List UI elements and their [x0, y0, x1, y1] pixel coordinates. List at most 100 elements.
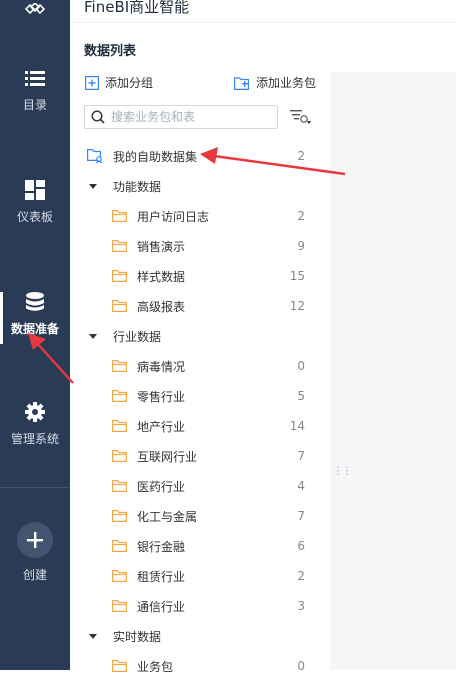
caret-down-icon[interactable]	[89, 183, 97, 189]
tree-item[interactable]: 病毒情况 0	[70, 351, 330, 381]
self-dataset-icon	[87, 149, 103, 163]
list-icon	[25, 71, 45, 86]
tree-group-name: 功能数据	[113, 179, 162, 194]
tree-group[interactable]: 行业数据	[70, 321, 330, 351]
tree-item-count: 2	[297, 209, 305, 223]
caret-down-icon[interactable]	[89, 333, 97, 339]
folder-icon	[112, 420, 127, 432]
tree-item-count: 9	[297, 239, 305, 253]
tree-item-name: 零售行业	[137, 389, 186, 404]
tree-item-count: 7	[297, 509, 305, 523]
search-icon	[91, 110, 105, 124]
data-list-panel: 数据列表 添加分组 添加业务包 我的自助数据集2功能数据用户访问	[70, 23, 330, 674]
top-bar: FineBI商业智能	[70, 0, 456, 23]
tree-item-name: 样式数据	[137, 269, 186, 284]
tree-item[interactable]: 地产行业 14	[70, 411, 330, 441]
tree-item[interactable]: 银行金融 6	[70, 531, 330, 561]
sidebar-item-dashboard[interactable]: 仪表板	[0, 180, 70, 225]
folder-icon	[112, 210, 127, 222]
tree-item-count: 12	[289, 299, 305, 313]
tree-item[interactable]: 用户访问日志 2	[70, 201, 330, 231]
folder-icon	[112, 510, 127, 522]
tree-item[interactable]: 零售行业 5	[70, 381, 330, 411]
tree-group-name: 实时数据	[113, 629, 162, 644]
sidebar-item-catalog[interactable]: 目录	[0, 70, 70, 113]
add-group-button[interactable]: 添加分组	[85, 74, 153, 91]
caret-down-icon[interactable]	[89, 633, 97, 639]
tree-item-count: 7	[297, 449, 305, 463]
tree-item-name: 业务包	[137, 659, 174, 674]
sidebar-item-label: 目录	[22, 98, 47, 112]
database-icon	[26, 292, 44, 311]
folder-icon	[112, 660, 127, 672]
tree-item-self-dataset[interactable]: 我的自助数据集 2	[70, 141, 330, 171]
folder-icon	[112, 480, 127, 492]
tree-item-count: 5	[297, 389, 305, 403]
plus-icon	[27, 532, 43, 548]
tree-group[interactable]: 实时数据	[70, 621, 330, 651]
search-input[interactable]	[111, 110, 271, 124]
tree-item-name: 地产行业	[137, 419, 186, 434]
tree-item-name: 银行金融	[137, 539, 186, 554]
tree-item-count: 6	[297, 539, 305, 553]
tree-item-count: 0	[297, 659, 305, 673]
tree-item-count: 15	[289, 269, 305, 283]
logo[interactable]	[0, 0, 70, 22]
dashboard-icon	[25, 180, 45, 200]
tree-item[interactable]: 通信行业 3	[70, 591, 330, 621]
folder-icon	[112, 300, 127, 312]
tree-item-name: 通信行业	[137, 599, 186, 614]
panel-title: 数据列表	[84, 44, 137, 59]
folder-icon	[112, 270, 127, 282]
sidebar-item-data-prep[interactable]: 数据准备	[0, 292, 70, 337]
tree-item-count: 2	[297, 569, 305, 583]
add-group-label: 添加分组	[105, 76, 154, 90]
tree-item-name: 病毒情况	[137, 359, 186, 374]
tree-item[interactable]: 业务包 0	[70, 651, 330, 681]
add-group-icon	[85, 75, 99, 90]
tree-item-name: 销售演示	[137, 239, 186, 254]
tree-item-name: 互联网行业	[137, 449, 198, 464]
create-button[interactable]: 创建	[0, 522, 70, 583]
tree-group[interactable]: 功能数据	[70, 171, 330, 201]
folder-icon	[112, 240, 127, 252]
tree-item[interactable]: 化工与金属 7	[70, 501, 330, 531]
tree-item[interactable]: 租赁行业 2	[70, 561, 330, 591]
data-tree: 我的自助数据集 2 功能数据用户访问日志 2 销售演示 9 样式数据 15 高级报表 12 行业数据…	[70, 141, 330, 681]
sidebar: 目录 仪表板 数据准备 管理系统 创建	[0, 0, 70, 670]
sidebar-divider	[0, 487, 70, 488]
folder-icon	[112, 570, 127, 582]
sidebar-item-label: 仪表板	[16, 210, 53, 224]
tree-item-count: 3	[297, 599, 305, 613]
tree-item-name: 高级报表	[137, 299, 186, 314]
resize-handle-icon[interactable]: ⋮⋮	[333, 466, 352, 477]
gear-icon	[25, 402, 45, 422]
tree-item-count: 14	[289, 419, 305, 433]
folder-icon	[112, 450, 127, 462]
tree-item[interactable]: 医药行业 4	[70, 471, 330, 501]
tree-item-name: 用户访问日志	[137, 209, 210, 224]
tree-item-name: 化工与金属	[137, 509, 198, 524]
folder-icon	[112, 600, 127, 612]
filter-sort-button[interactable]	[290, 109, 312, 129]
folder-icon	[112, 390, 127, 402]
tree-item[interactable]: 样式数据 15	[70, 261, 330, 291]
tree-item-name: 我的自助数据集	[113, 149, 198, 164]
tree-item-count: 2	[297, 149, 305, 163]
add-package-icon	[234, 76, 249, 90]
sidebar-item-admin[interactable]: 管理系统	[0, 402, 70, 447]
tree-item[interactable]: 互联网行业 7	[70, 441, 330, 471]
folder-icon	[112, 360, 127, 372]
content-area	[330, 72, 456, 670]
create-label: 创建	[22, 568, 47, 582]
create-circle[interactable]	[17, 522, 53, 558]
folder-icon	[112, 540, 127, 552]
tree-item[interactable]: 高级报表 12	[70, 291, 330, 321]
tree-group-name: 行业数据	[113, 329, 162, 344]
sidebar-item-label: 数据准备	[10, 322, 59, 336]
tree-item-name: 租赁行业	[137, 569, 186, 584]
finebi-logo-icon	[24, 3, 46, 15]
sidebar-item-label: 管理系统	[10, 432, 59, 446]
tree-item[interactable]: 销售演示 9	[70, 231, 330, 261]
add-package-button[interactable]: 添加业务包	[234, 74, 316, 91]
